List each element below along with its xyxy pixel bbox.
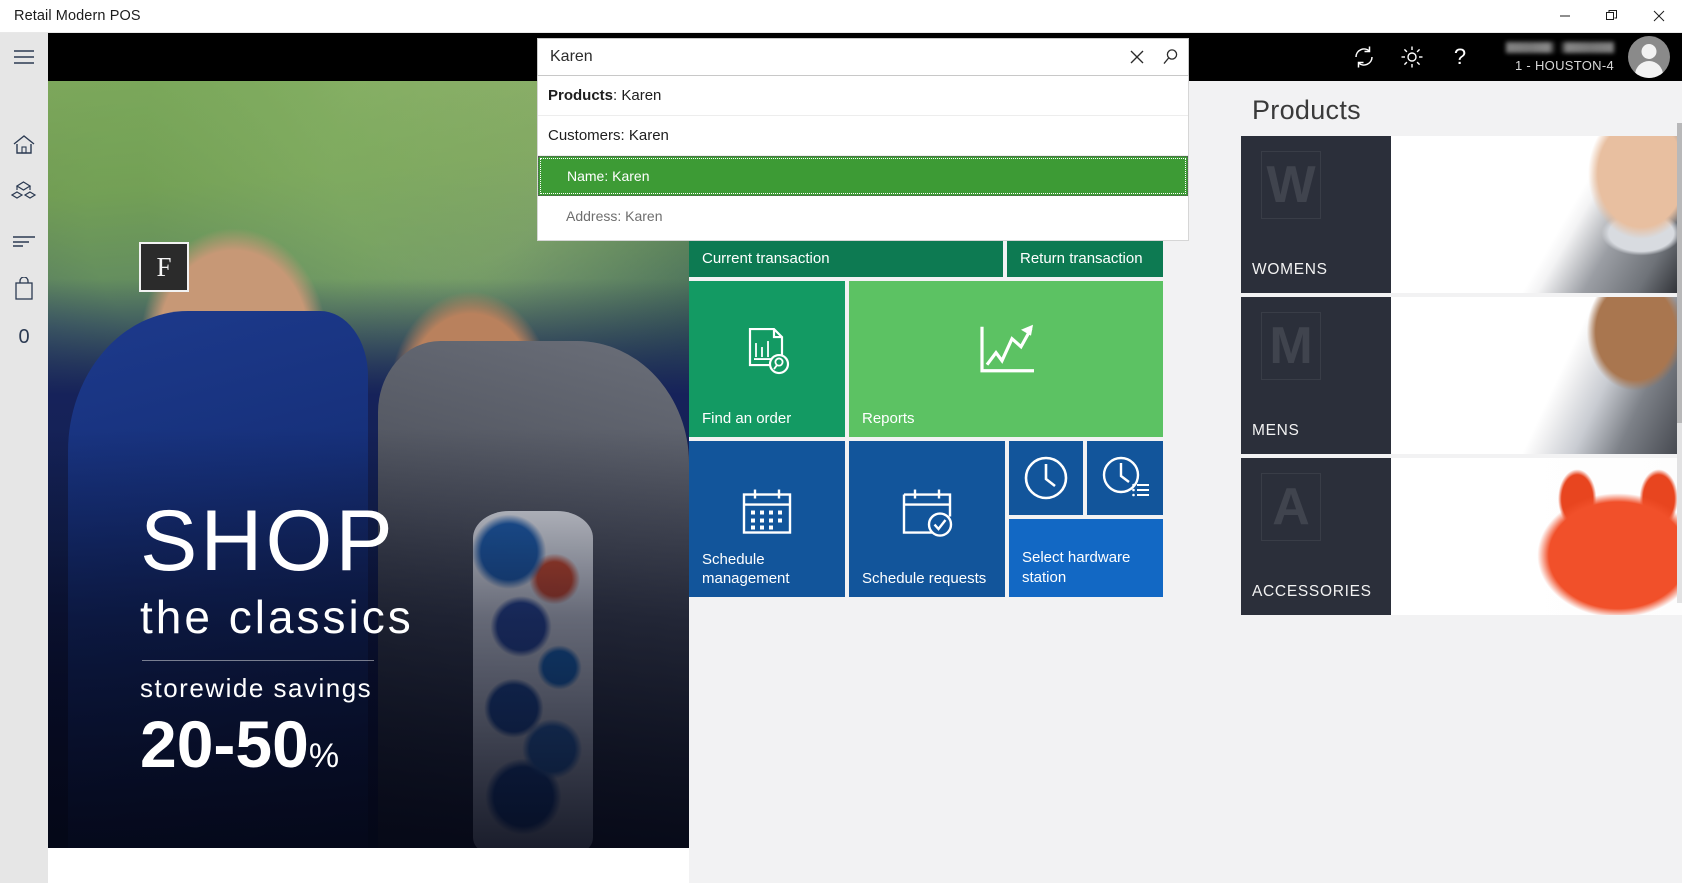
close-icon[interactable] (1120, 39, 1154, 75)
tile-time-entries[interactable] (1087, 441, 1163, 515)
category-row-accessories[interactable]: A ACCESSORIES (1241, 458, 1682, 615)
tile-schedule-management-label: Schedule management (702, 551, 790, 587)
home-icon[interactable] (0, 121, 48, 169)
category-label-womens: WOMENS (1252, 261, 1328, 278)
suggestion-customers[interactable]: Customers: Karen (538, 116, 1188, 156)
search-suggestions: Products: Karen Customers: Karen Name: K… (537, 76, 1189, 241)
restore-button[interactable] (1588, 0, 1635, 33)
category-image-womens (1391, 136, 1682, 293)
category-photo-mens (1391, 297, 1682, 454)
clock-list-icon (1087, 453, 1163, 503)
help-icon[interactable]: ? (1436, 33, 1484, 81)
suggestion-customers-address[interactable]: Address: Karen (538, 196, 1188, 236)
cart-count[interactable]: 0 (0, 313, 48, 361)
category-row-womens[interactable]: W WOMENS (1241, 136, 1682, 293)
window-controls (1541, 0, 1682, 33)
banner-divider (142, 660, 374, 661)
category-image-mens (1391, 297, 1682, 454)
tile-find-an-order-label: Find an order (702, 409, 792, 427)
minimize-button[interactable] (1541, 0, 1588, 33)
category-badge-accessories: A ACCESSORIES (1241, 458, 1391, 615)
banner-discount: 20-50% (140, 706, 620, 782)
tile-clock-in-out[interactable] (1009, 441, 1083, 515)
banner-copy: SHOP the classics storewide savings 20-5… (140, 498, 620, 782)
suggestion-products-label: Products (548, 87, 614, 104)
calendar-grid-icon (689, 487, 845, 543)
tile-reports-label: Reports (862, 409, 915, 427)
category-photo-accessories (1391, 458, 1682, 615)
category-label-mens: MENS (1252, 422, 1300, 439)
category-image-accessories (1391, 458, 1682, 615)
svg-text:?: ? (1454, 44, 1466, 69)
tile-select-hardware-station-label: Select hardware station (1022, 549, 1131, 586)
window-title: Retail Modern POS (14, 8, 141, 24)
rail-spacer (0, 81, 48, 121)
products-scrollbar-thumb[interactable] (1677, 123, 1682, 423)
brand-logo: F (139, 242, 189, 292)
search-bar[interactable] (537, 38, 1189, 76)
products-panel: Products W WOMENS M MENS A ACCESSORIES (1241, 81, 1682, 883)
tile-schedule-requests[interactable]: Schedule requests (849, 441, 1005, 597)
close-button[interactable] (1635, 0, 1682, 33)
products-icon[interactable] (0, 169, 48, 217)
banner-discount-unit: % (308, 737, 340, 775)
sync-icon[interactable] (1340, 33, 1388, 81)
tile-find-an-order[interactable]: Find an order (689, 281, 845, 437)
clock-icon (1009, 453, 1083, 503)
suggestion-customers-name[interactable]: Name: Karen (538, 156, 1188, 196)
list-icon[interactable] (0, 217, 48, 265)
tile-schedule-management[interactable]: Schedule management (689, 441, 845, 597)
banner-headline: SHOP (140, 493, 396, 589)
category-letter-accessories: A (1261, 473, 1321, 541)
tile-schedule-requests-label: Schedule requests (862, 569, 987, 587)
category-photo-womens (1391, 136, 1682, 293)
category-label-accessories: ACCESSORIES (1252, 583, 1372, 600)
products-panel-title: Products (1252, 95, 1361, 125)
gear-icon[interactable] (1388, 33, 1436, 81)
title-bar: Retail Modern POS (0, 0, 1682, 33)
calendar-check-icon (849, 487, 1005, 543)
avatar[interactable] (1628, 36, 1670, 78)
banner-promo-line: storewide savings (140, 673, 373, 703)
header-actions: ? 1 - HOUSTON-4 (1340, 33, 1674, 81)
search-input[interactable] (538, 39, 1120, 75)
banner-subhead: the classics (140, 591, 414, 643)
tile-reports[interactable]: Reports (849, 281, 1163, 437)
bag-icon[interactable] (0, 265, 48, 313)
category-badge-mens: M MENS (1241, 297, 1391, 454)
user-info[interactable]: 1 - HOUSTON-4 (1484, 33, 1628, 81)
left-navigation-rail: 0 (0, 33, 48, 883)
tile-select-hardware-station[interactable]: Select hardware station (1009, 519, 1163, 597)
user-name-redacted (1506, 41, 1614, 53)
store-register-label: 1 - HOUSTON-4 (1514, 57, 1614, 73)
tile-return-transaction-label: Return transaction (1020, 249, 1143, 267)
category-row-mens[interactable]: M MENS (1241, 297, 1682, 454)
menu-icon[interactable] (0, 33, 48, 81)
tile-current-transaction-label: Current transaction (702, 249, 830, 267)
category-badge-womens: W WOMENS (1241, 136, 1391, 293)
suggestion-products[interactable]: Products: Karen (538, 76, 1188, 116)
search-icon[interactable] (1154, 39, 1188, 75)
find-order-icon (689, 323, 845, 385)
banner-discount-value: 20-50 (140, 707, 309, 781)
category-letter-womens: W (1261, 151, 1321, 219)
suggestion-products-value: : Karen (613, 87, 662, 104)
chart-up-icon (849, 321, 1163, 387)
category-letter-mens: M (1261, 312, 1321, 380)
